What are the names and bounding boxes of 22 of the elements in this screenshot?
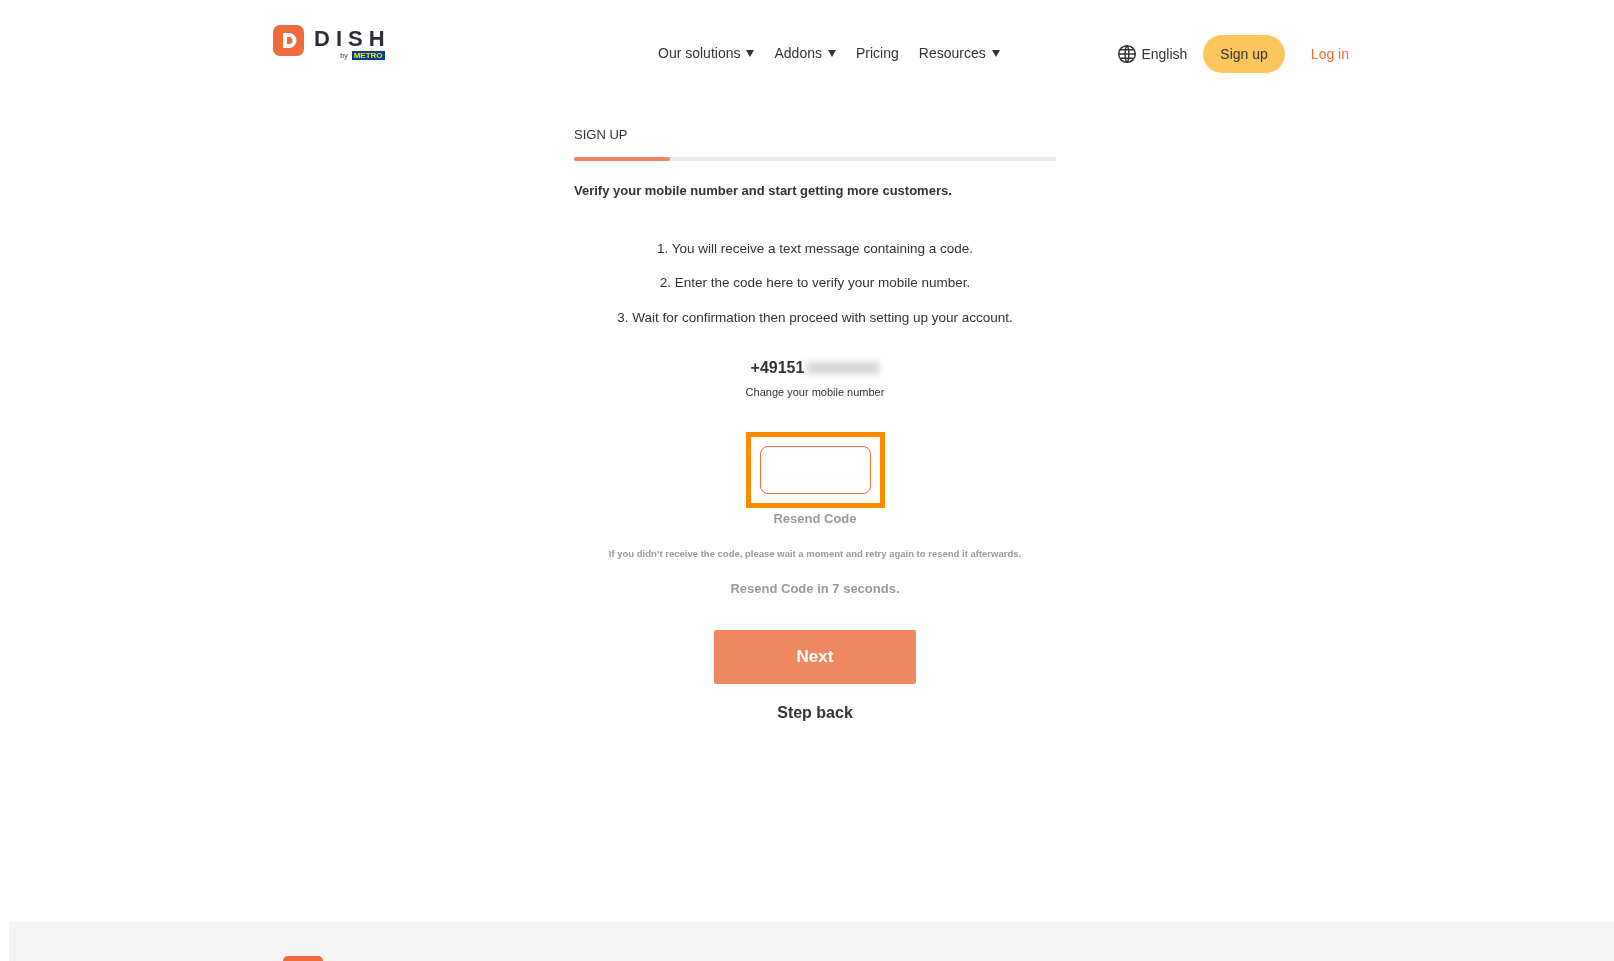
instruction-text: 1. You will receive a text message containing a code.: [657, 240, 973, 258]
instruction-text: 2. Enter the code here to verify your mobile number.: [659, 274, 971, 293]
step-back-link[interactable]: Step back: [777, 700, 853, 725]
phone-number: +49151: [750, 357, 805, 378]
language-selector[interactable]: English: [1141, 43, 1188, 65]
nav-link[interactable]: Resources: [918, 43, 1000, 64]
nav-link[interactable]: Our solutions: [658, 43, 755, 64]
instruction-text: 3. Wait for confirmation then proceed with setting up your account.: [617, 308, 1013, 327]
footer-logo-icon: [283, 956, 323, 961]
brand-badge: METRO: [351, 51, 385, 60]
step-label: SIGN UP: [574, 126, 629, 144]
hint-text: If you didn’t receive the code, please wait a moment and retry again to resend it afterwards.: [608, 546, 1022, 561]
logo-wordmark: DISH: [314, 25, 391, 53]
nav-link[interactable]: Addons: [774, 43, 836, 64]
nav-link[interactable]: Pricing: [855, 43, 899, 64]
globe-icon: [1117, 44, 1138, 64]
heading: Verify your mobile number and start getting more customers.: [574, 181, 953, 200]
logo-icon: [273, 25, 304, 56]
change-number-link[interactable]: Change your mobile number: [745, 383, 885, 401]
countdown-text: Resend Code in 7 seconds.: [730, 580, 900, 598]
code-input[interactable]: [759, 446, 871, 495]
sign-up-button[interactable]: Sign up: [1203, 35, 1285, 73]
